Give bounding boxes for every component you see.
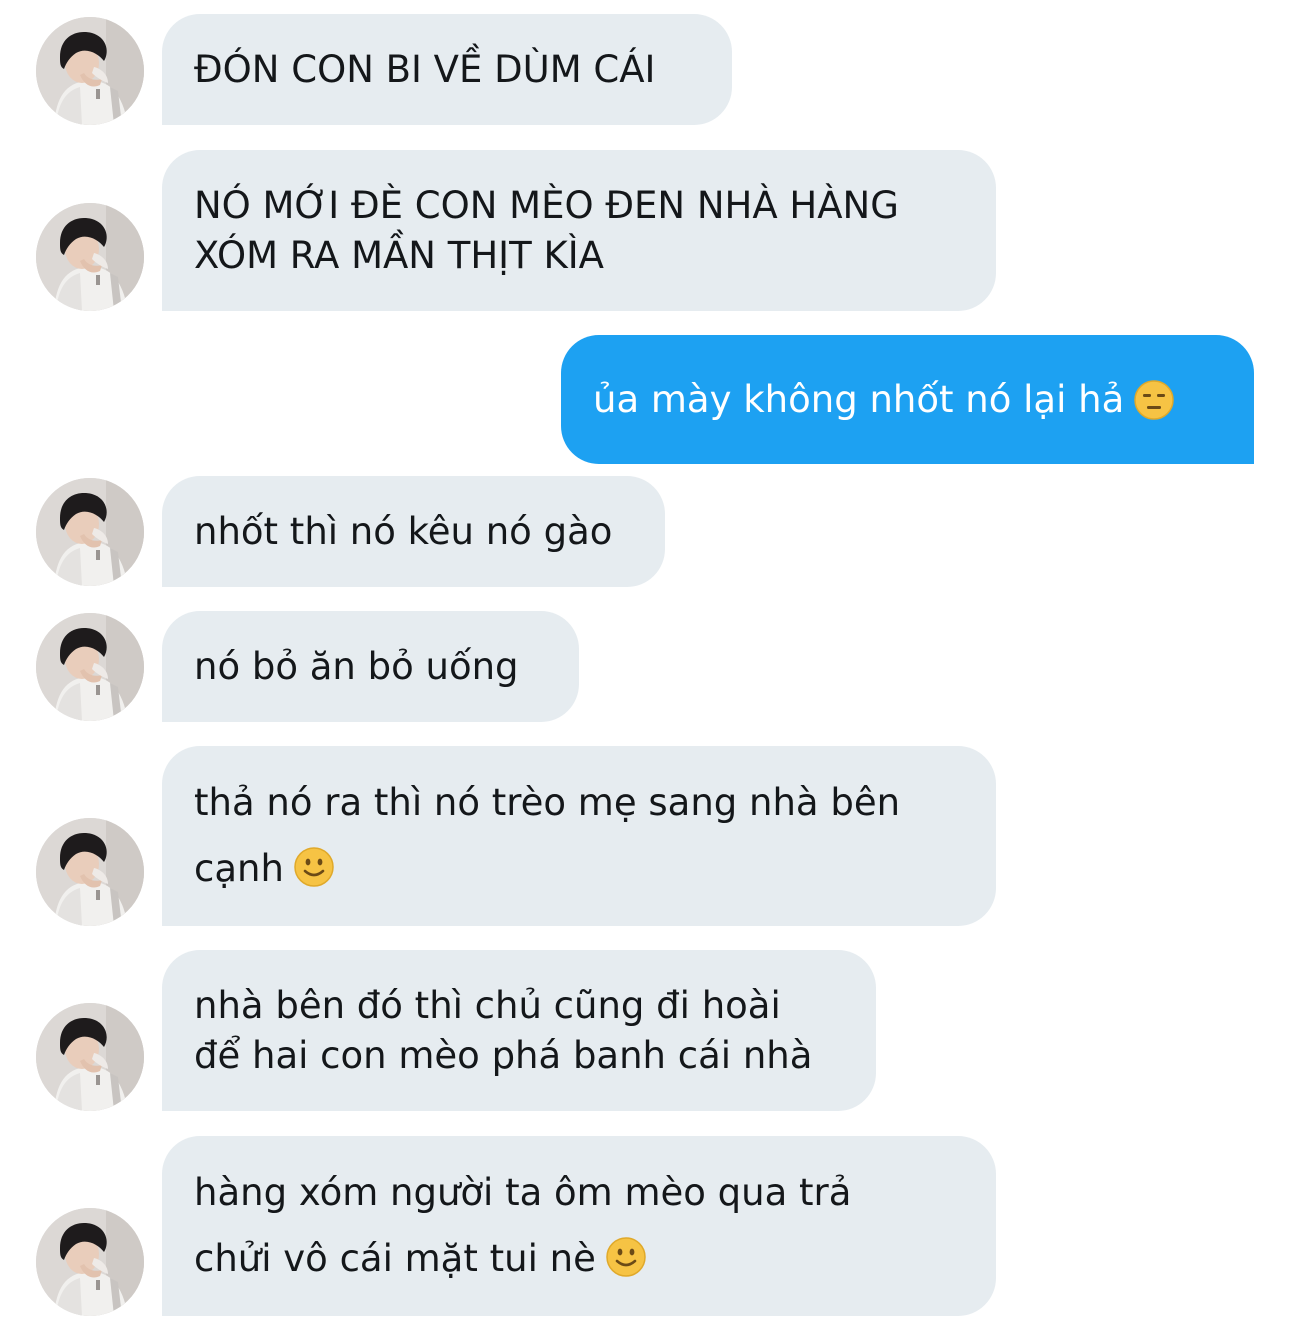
avatar-photo-icon	[36, 1003, 144, 1111]
message-bubble-outgoing[interactable]: ủa mày không nhốt nó lại hả	[561, 335, 1254, 464]
message-bubble-incoming[interactable]: nhốt thì nó kêu nó gào	[162, 476, 665, 587]
message-bubble-incoming[interactable]: thả nó ra thì nó trèo mẹ sang nhà bên cạ…	[162, 746, 996, 926]
slightly-smiling-face-emoji-icon	[294, 847, 334, 887]
message-text: ủa mày không nhốt nó lại hả	[593, 377, 1125, 421]
message-bubble-incoming[interactable]: NÓ MỚI ĐÈ CON MÈO ĐEN NHÀ HÀNG XÓM RA MẦ…	[162, 150, 996, 311]
message-bubble-incoming[interactable]: hàng xóm người ta ôm mèo qua trả chửi vô…	[162, 1136, 996, 1316]
avatar[interactable]	[36, 818, 144, 926]
message-text-content: hàng xóm người ta ôm mèo qua trả chửi vô…	[194, 1171, 852, 1280]
message-bubble-incoming[interactable]: nhà bên đó thì chủ cũng đi hoài để hai c…	[162, 950, 876, 1111]
avatar-photo-icon	[36, 17, 144, 125]
avatar-photo-icon	[36, 203, 144, 311]
avatar[interactable]	[36, 1003, 144, 1111]
avatar[interactable]	[36, 17, 144, 125]
slightly-smiling-face-emoji-icon	[606, 1237, 646, 1277]
message-text: nhà bên đó thì chủ cũng đi hoài để hai c…	[194, 983, 813, 1077]
message-text: NÓ MỚI ĐÈ CON MÈO ĐEN NHÀ HÀNG XÓM RA MẦ…	[194, 183, 899, 277]
message-text: ĐÓN CON BI VỀ DÙM CÁI	[194, 47, 656, 91]
avatar-photo-icon	[36, 478, 144, 586]
avatar[interactable]	[36, 478, 144, 586]
expressionless-face-emoji-icon	[1134, 380, 1174, 420]
avatar[interactable]	[36, 1208, 144, 1316]
message-bubble-incoming[interactable]: nó bỏ ăn bỏ uống	[162, 611, 579, 722]
avatar-photo-icon	[36, 1208, 144, 1316]
message-text: hàng xóm người ta ôm mèo qua trả chửi vô…	[194, 1160, 851, 1292]
avatar-photo-icon	[36, 818, 144, 926]
message-text: nhốt thì nó kêu nó gào	[194, 509, 613, 553]
message-text: thả nó ra thì nó trèo mẹ sang nhà bên cạ…	[194, 770, 900, 902]
avatar-photo-icon	[36, 613, 144, 721]
avatar[interactable]	[36, 613, 144, 721]
avatar[interactable]	[36, 203, 144, 311]
message-text: nó bỏ ăn bỏ uống	[194, 644, 519, 688]
message-bubble-incoming[interactable]: ĐÓN CON BI VỀ DÙM CÁI	[162, 14, 732, 125]
